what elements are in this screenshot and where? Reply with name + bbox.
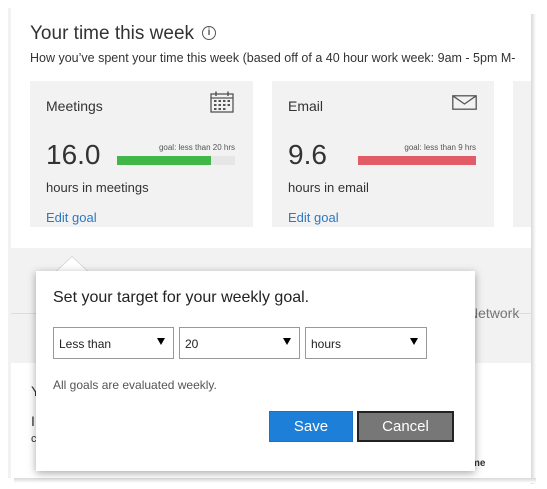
envelope-icon (452, 95, 477, 110)
tab-network[interactable]: Network (468, 305, 519, 321)
card-unit-label: hours in meetings (46, 180, 149, 195)
card-title: Meetings (46, 98, 103, 114)
goal-unit-select[interactable]: hours (305, 327, 427, 359)
edit-goal-link-email[interactable]: Edit goal (288, 210, 339, 225)
goal-progress-fill (117, 156, 212, 165)
dropdown-arrow-icon (157, 338, 165, 345)
meetings-card: Meetings 16.0 goal: less than 20 hrs hou… (30, 81, 253, 227)
dropdown-arrow-icon (410, 338, 418, 345)
goal-operator-select[interactable]: Less than (53, 327, 174, 359)
email-card: Email 9.6 goal: less than 9 hrs hours in… (272, 81, 494, 227)
page-subtitle: How you’ve spent your time this week (ba… (30, 51, 516, 65)
next-card-partial (513, 81, 531, 227)
popover-heading: Set your target for your weekly goal. (53, 289, 310, 306)
screenshot-frame: Your time this week i How you’ve spent y… (0, 0, 547, 489)
cancel-button[interactable]: Cancel (357, 411, 454, 442)
dropdown-arrow-icon (283, 338, 291, 345)
meetings-hours-value: 16.0 (46, 139, 101, 170)
edit-goal-link-meetings[interactable]: Edit goal (46, 210, 97, 225)
email-hours-value: 9.6 (288, 139, 327, 170)
goal-label: goal: less than 20 hrs (158, 143, 235, 152)
edit-goal-popover: Set your target for your weekly goal. Le… (36, 271, 475, 471)
goal-progress-track (358, 156, 476, 165)
time-this-week-panel: Your time this week i How you’ve spent y… (11, 8, 531, 248)
popover-note: All goals are evaluated weekly. (53, 378, 217, 392)
frame-shadow (531, 14, 536, 484)
info-icon[interactable]: i (202, 26, 216, 40)
save-button[interactable]: Save (269, 411, 353, 442)
frame-shadow (14, 478, 536, 483)
select-value: Less than (59, 337, 112, 351)
card-title: Email (288, 98, 324, 114)
goal-progress-track (117, 156, 235, 165)
goal-label: goal: less than 9 hrs (404, 143, 476, 152)
select-value: hours (311, 337, 342, 351)
card-unit-label: hours in email (288, 180, 369, 195)
goal-value-select[interactable]: 20 (179, 327, 300, 359)
page-title: Your time this week (30, 23, 195, 44)
calendar-icon (210, 91, 234, 113)
select-value: 20 (185, 337, 199, 351)
goal-progress-fill (358, 156, 476, 165)
popover-pointer (56, 257, 88, 272)
obscured-text: I (31, 413, 35, 429)
